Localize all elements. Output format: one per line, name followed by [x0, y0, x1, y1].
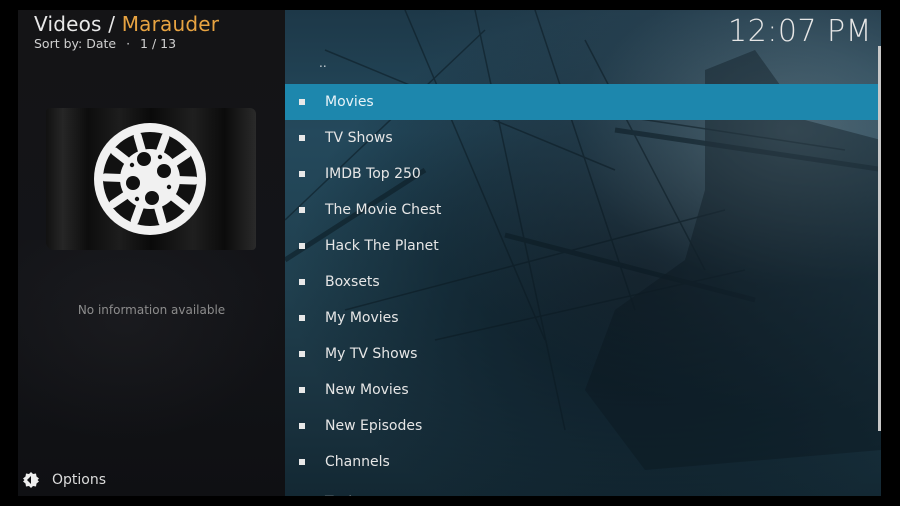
options-button[interactable]: Options	[22, 471, 106, 489]
list-item-hack-the-planet[interactable]: Hack The Planet	[285, 228, 878, 264]
list-item-new-episodes[interactable]: New Episodes	[285, 408, 878, 444]
list-item-label: IMDB Top 250	[325, 166, 421, 182]
bullet-icon	[299, 207, 305, 213]
bullet-icon	[299, 459, 305, 465]
bullet-icon	[299, 243, 305, 249]
addon-artwork	[46, 108, 256, 250]
breadcrumb-section: Videos	[34, 12, 102, 36]
list-item-my-tv-shows[interactable]: My TV Shows	[285, 336, 878, 372]
list-item-label: ..	[319, 56, 327, 70]
breadcrumb-addon: Marauder	[121, 12, 220, 36]
bullet-icon	[299, 387, 305, 393]
sort-info: Sort by: Date · 1 / 13	[34, 36, 176, 51]
list-item-new-movies[interactable]: New Movies	[285, 372, 878, 408]
item-position: 1 / 13	[140, 36, 177, 51]
list-item-label: My Movies	[325, 310, 399, 326]
parent-folder-item[interactable]: ..	[285, 48, 878, 84]
kodi-screen: Videos / Marauder Sort by: Date · 1 / 13…	[0, 0, 900, 506]
bottom-letterbox	[0, 496, 900, 506]
list-item-imdb-top-250[interactable]: IMDB Top 250	[285, 156, 878, 192]
sort-label: Sort by: Date	[34, 36, 117, 51]
list-item-label: Boxsets	[325, 274, 380, 290]
options-gear-icon	[23, 472, 39, 488]
list-item-label: The Movie Chest	[325, 202, 442, 218]
breadcrumb: Videos / Marauder	[34, 12, 219, 36]
menu-list: .. Movies TV Shows IMDB Top 250 The Movi…	[285, 48, 878, 506]
info-panel	[18, 10, 285, 496]
list-item-label: TV Shows	[325, 130, 393, 146]
options-label: Options	[52, 472, 107, 488]
sort-separator-dot: ·	[126, 36, 131, 51]
bullet-icon	[299, 135, 305, 141]
list-item-my-movies[interactable]: My Movies	[285, 300, 878, 336]
list-item-label: New Movies	[325, 382, 409, 398]
breadcrumb-separator: /	[101, 12, 122, 36]
bullet-icon	[299, 351, 305, 357]
bullet-icon	[299, 171, 305, 177]
list-item-label: New Episodes	[325, 418, 423, 434]
bullet-icon	[299, 423, 305, 429]
list-item-boxsets[interactable]: Boxsets	[285, 264, 878, 300]
bullet-icon	[299, 279, 305, 285]
bullet-icon	[299, 99, 305, 105]
list-item-label: Hack The Planet	[325, 238, 439, 254]
list-item-movies[interactable]: Movies	[285, 84, 878, 120]
list-scrollbar[interactable]	[878, 46, 881, 431]
clock: 12:07 PM	[728, 14, 872, 49]
list-item-label: Movies	[325, 94, 374, 110]
list-item-the-movie-chest[interactable]: The Movie Chest	[285, 192, 878, 228]
list-item-label: Channels	[325, 454, 390, 470]
list-item-label: My TV Shows	[325, 346, 418, 362]
film-reel-icon	[94, 123, 206, 235]
bullet-icon	[299, 315, 305, 321]
no-information-label: No information available	[77, 303, 226, 317]
list-item-tv-shows[interactable]: TV Shows	[285, 120, 878, 156]
list-item-channels[interactable]: Channels	[285, 444, 878, 480]
